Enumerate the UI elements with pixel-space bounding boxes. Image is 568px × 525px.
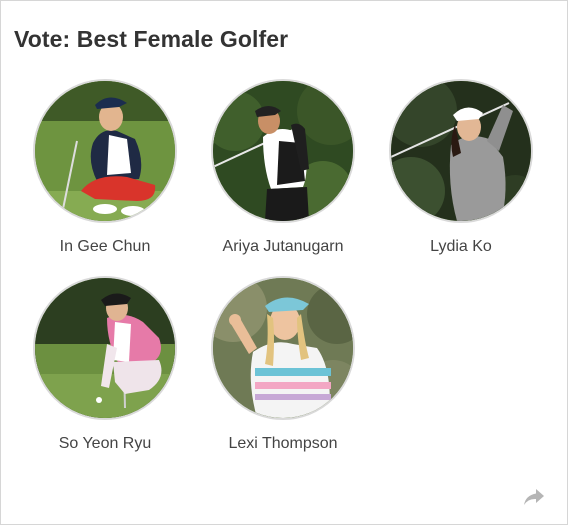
golfer-name: So Yeon Ryu	[58, 435, 152, 452]
golfer-photo	[33, 276, 177, 420]
golfer-name: In Gee Chun	[59, 238, 151, 255]
golfer-name: Ariya Jutanugarn	[222, 238, 344, 255]
golfer-photo	[389, 79, 533, 223]
golfer-photo	[211, 79, 355, 223]
golfer-name: Lexi Thompson	[228, 435, 338, 452]
poll-options: In Gee Chun Ariya Jutanugarn Lydia Ko So…	[1, 1, 567, 524]
golfer-photo	[33, 79, 177, 223]
golfer-name: Lydia Ko	[430, 238, 492, 255]
golfer-photo	[211, 276, 355, 420]
poll-card: Vote: Best Female Golfer In Gee Chun Ari…	[0, 0, 568, 525]
share-arrow-icon[interactable]	[523, 488, 545, 506]
